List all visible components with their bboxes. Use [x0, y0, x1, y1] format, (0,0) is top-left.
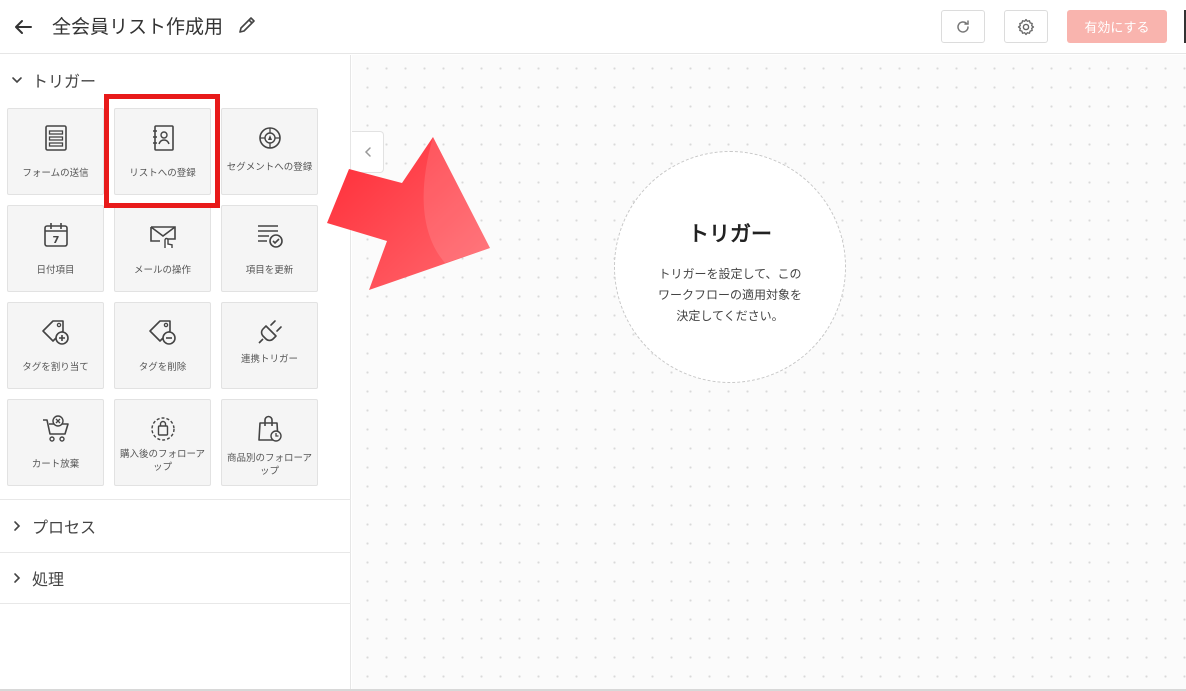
tile-product-followup[interactable]: 商品別のフォローアップ: [221, 399, 318, 486]
trigger-node[interactable]: トリガー トリガーを設定して、この ワークフローの適用対象を 決定してください。: [614, 151, 846, 383]
top-bar: 全会員リスト作成用 有効にする: [0, 0, 1186, 54]
tile-date-field[interactable]: 7 日付項目: [7, 205, 104, 292]
segment-icon: [259, 127, 281, 149]
section-process-toggle[interactable]: プロセス: [0, 499, 351, 551]
desc-line: トリガーを設定して、この: [658, 267, 802, 281]
calendar-icon: 7: [44, 223, 68, 247]
tile-label: 商品別のフォローアップ: [226, 453, 313, 477]
svg-text:7: 7: [53, 235, 60, 246]
workflow-canvas[interactable]: トリガー トリガーを設定して、この ワークフローの適用対象を 決定してください。: [352, 55, 1186, 691]
refresh-icon: [957, 19, 969, 33]
cart-icon: [43, 415, 69, 442]
section-process-label: プロセス: [32, 517, 97, 537]
tile-list-register[interactable]: リストへの登録: [114, 108, 211, 195]
tile-label: 連携トリガー: [240, 354, 298, 365]
tag-add-icon: [42, 320, 69, 345]
refresh-button[interactable]: [941, 10, 985, 43]
section-handling-toggle[interactable]: 処理: [0, 552, 351, 604]
tile-label: カート放棄: [31, 459, 80, 470]
section-handling-label: 処理: [32, 570, 65, 589]
desc-line: 決定してください。: [676, 309, 784, 323]
tile-label: 日付項目: [36, 265, 75, 276]
back-arrow-icon[interactable]: [12, 17, 34, 37]
tile-label: フォームの送信: [22, 168, 89, 179]
workflow-title: 全会員リスト作成用: [52, 16, 224, 38]
form-icon: [45, 125, 67, 151]
tile-label: リストへの登録: [129, 168, 196, 179]
tile-form-submit[interactable]: フォームの送信: [7, 108, 104, 195]
trigger-sidebar: トリガー フォームの送信 リストへの登録 セグメントへの登録 7 日付項目 メー…: [0, 55, 351, 691]
tile-label: セグメントへの登録: [226, 162, 313, 173]
desc-line: ワークフローの適用対象を: [657, 288, 802, 302]
section-trigger-label: トリガー: [32, 72, 97, 91]
purchase-followup-icon: [151, 417, 175, 441]
tile-mail-action[interactable]: メールの操作: [114, 205, 211, 292]
gear-icon: [1017, 18, 1035, 35]
tile-update-fields[interactable]: 項目を更新: [221, 205, 318, 292]
update-fields-icon: [258, 225, 283, 248]
tile-label: 項目を更新: [245, 265, 294, 276]
tile-remove-tag[interactable]: タグを削除: [114, 302, 211, 389]
contact-book-icon: [153, 125, 174, 151]
settings-button[interactable]: [1004, 10, 1048, 43]
tag-remove-icon: [149, 320, 176, 345]
collapse-sidebar-button[interactable]: [352, 131, 384, 173]
mail-click-icon: [150, 226, 176, 248]
tile-assign-tag[interactable]: タグを割り当て: [7, 302, 104, 389]
plug-icon: [258, 320, 282, 344]
pencil-icon[interactable]: [236, 14, 258, 36]
chevron-right-icon: [14, 573, 21, 583]
trigger-node-description: トリガーを設定して、この ワークフローの適用対象を 決定してください。: [641, 264, 819, 327]
tile-label: 購入後のフォローアップ: [119, 449, 206, 473]
trigger-node-title: トリガー: [688, 222, 772, 246]
tile-cart-abandon[interactable]: カート放棄: [7, 399, 104, 486]
chevron-down-icon: [12, 77, 22, 84]
activate-button[interactable]: 有効にする: [1067, 10, 1167, 43]
chevron-left-icon: [364, 147, 371, 157]
tile-segment-register[interactable]: セグメントへの登録: [221, 108, 318, 195]
chevron-right-icon: [14, 520, 21, 531]
product-followup-icon: [258, 415, 282, 442]
tile-label: タグを削除: [138, 362, 187, 373]
tile-integration-trigger[interactable]: 連携トリガー: [221, 302, 318, 389]
tile-label: メールの操作: [133, 265, 191, 276]
section-trigger-toggle[interactable]: トリガー: [0, 55, 351, 105]
tile-purchase-followup[interactable]: 購入後のフォローアップ: [114, 399, 211, 486]
tile-label: タグを割り当て: [22, 362, 89, 373]
